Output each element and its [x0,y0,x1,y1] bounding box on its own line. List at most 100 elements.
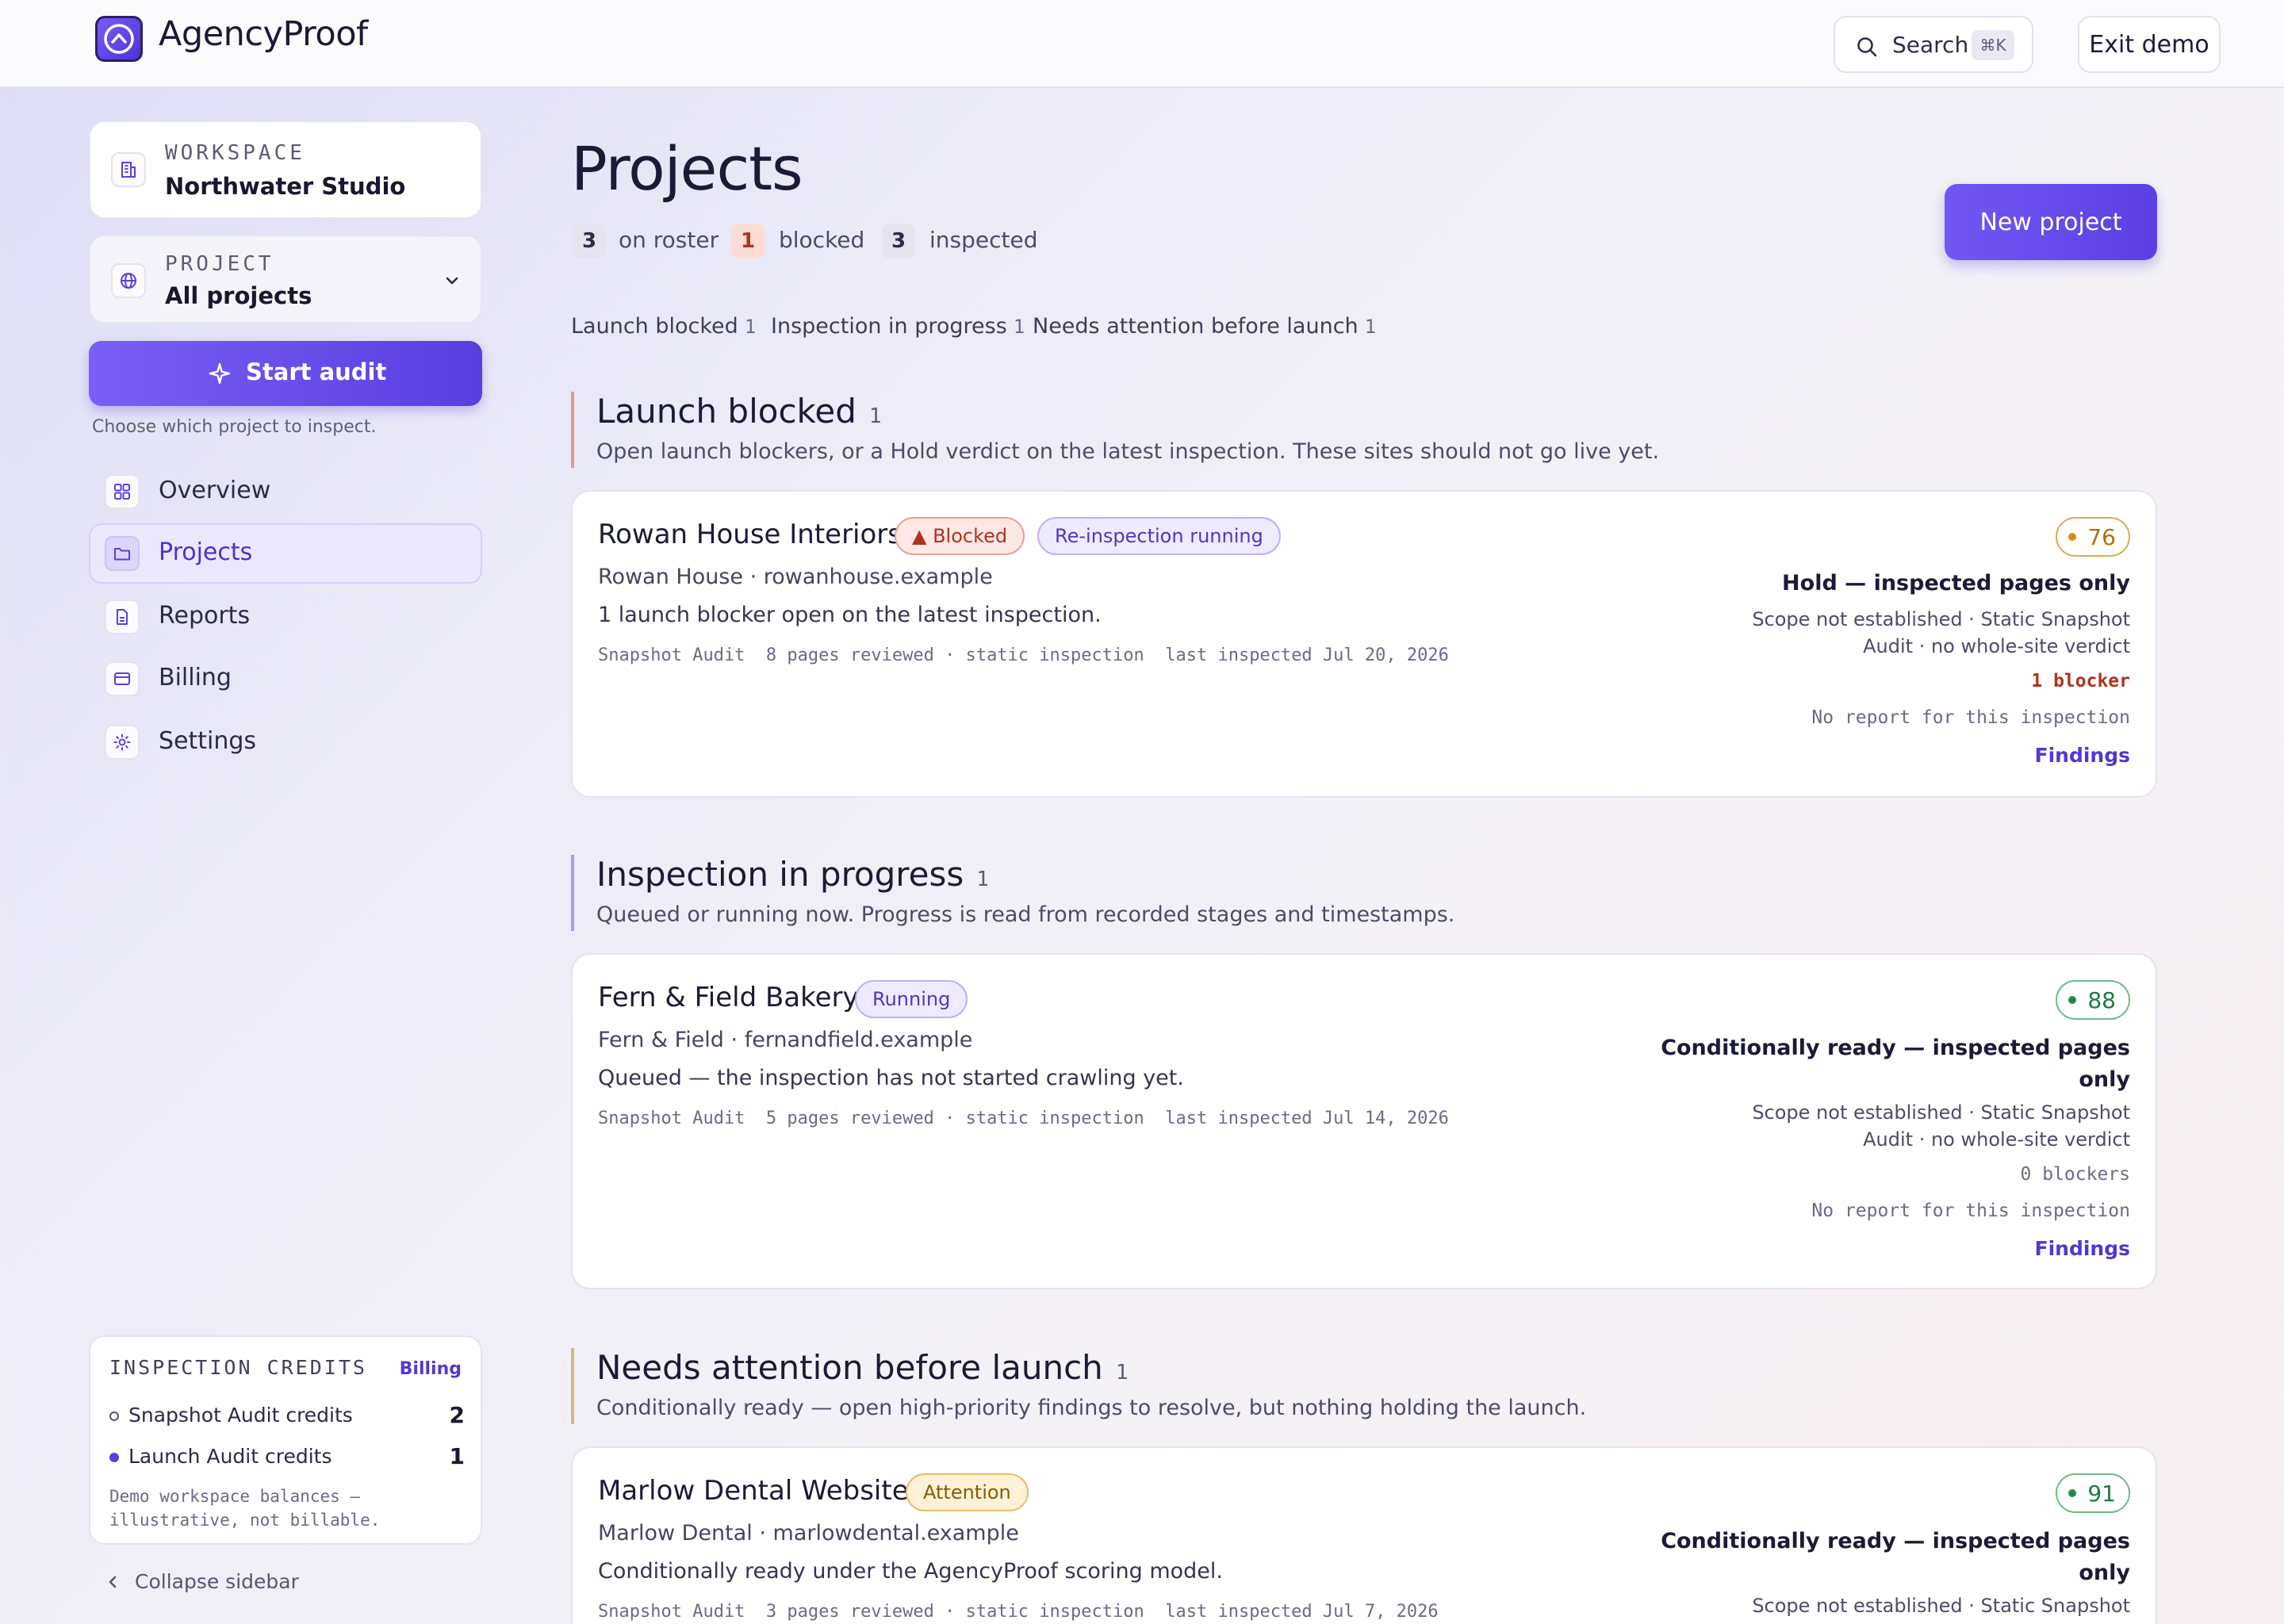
search-shortcut: ⌘K [1972,30,2014,60]
credit-value: 1 [449,1443,465,1469]
credits-billing-link[interactable]: Billing [400,1359,462,1379]
collapse-sidebar-label: Collapse sidebar [135,1570,299,1593]
section-description: Open launch blockers, or a Hold verdict … [596,439,1660,464]
search-icon [1857,37,1877,57]
sidebar-item-reports[interactable]: Reports [89,587,482,647]
section-description: Queued or running now. Progress is read … [596,902,1455,927]
section-count: 1 [868,404,882,428]
exit-demo-button[interactable]: Exit demo [2078,16,2221,73]
project-summary: Conditionally ready under the AgencyProo… [598,1559,1223,1584]
score-dot-icon [2068,996,2077,1004]
workspace-label: WORKSPACE [165,141,305,165]
project-card-fern-field[interactable]: Fern & Field Bakery Running Fern & Field… [571,953,2157,1289]
score-value: 76 [2087,523,2116,550]
project-card-marlow-dental[interactable]: Marlow Dental Website Attention Marlow D… [571,1446,2157,1624]
verdict-line: only [2079,1561,2130,1585]
inspection-credits-card: INSPECTION CREDITS Billing Snapshot Audi… [89,1335,482,1545]
sidebar-item-label: Projects [159,538,253,566]
filter-needs-attention[interactable]: Needs attention before launch 1 [1033,314,1376,339]
sidebar-item-label: Overview [159,477,271,504]
findings-link[interactable]: Findings [2035,1237,2130,1260]
search-button[interactable]: Search ⌘K [1834,16,2033,73]
filter-launch-blocked[interactable]: Launch blocked 1 [571,314,756,339]
sidebar-item-overview[interactable]: Overview [89,462,482,522]
score-badge: 76 [2056,517,2130,557]
credits-note-line: illustrative, not billable. [109,1511,381,1530]
findings-link[interactable]: Findings [2035,744,2130,767]
new-project-button[interactable]: New project [1945,184,2157,260]
section-accent-bar [571,1348,574,1424]
section-title-needs-attention: Needs attention before launch 1 [596,1348,1128,1387]
project-card-rowan-house[interactable]: Rowan House Interiors ▲ Blocked Re-inspe… [571,490,2157,798]
collapse-sidebar-button[interactable]: Collapse sidebar [105,1570,299,1593]
section-count: 1 [1115,1361,1129,1385]
building-icon [111,152,146,187]
score-value: 88 [2087,986,2116,1013]
project-client: Rowan House · rowanhouse.example [598,565,993,589]
report-status: No report for this inspection [1811,1201,2130,1221]
scope-note: Scope not established · Static Snapshot [1752,1592,2130,1619]
sidebar-item-projects[interactable]: Projects [89,523,482,584]
start-audit-label: Start audit [246,358,387,385]
verdict: Hold — inspected pages only [1782,571,2130,596]
scope-line: Scope not established · Static Snapshot [1752,608,2130,630]
document-icon [105,599,140,634]
section-accent-bar [571,855,574,931]
credit-row-snapshot: Snapshot Audit credits 2 [109,1402,465,1431]
project-meta: Snapshot Audit 3 pages reviewed · static… [598,1602,1439,1622]
status-badge-running: Running [855,980,968,1018]
stat-inspected-count: 3 [882,224,915,259]
sparkle-icon [209,362,231,385]
stat-roster-label: on roster [619,227,719,253]
scope-note: Scope not established · Static Snapshot … [1752,606,2130,660]
credit-label: Snapshot Audit credits [128,1404,353,1427]
sidebar-item-billing[interactable]: Billing [89,649,482,709]
project-meta: Snapshot Audit 8 pages reviewed · static… [598,645,1449,665]
filter-count: 1 [744,316,757,338]
filled-dot-icon [109,1453,119,1462]
score-value: 91 [2087,1480,2116,1507]
filter-inspection-in-progress[interactable]: Inspection in progress 1 [771,314,1025,339]
top-bar: AgencyProof Search ⌘K Exit demo [0,0,2284,88]
blocker-count: 0 blockers [2020,1164,2130,1185]
stat-blocked-count: 1 [731,224,765,259]
status-badge-attention: Attention [906,1473,1029,1511]
project-label: PROJECT [165,252,274,276]
workspace-value: Northwater Studio [165,173,406,200]
project-name[interactable]: Fern & Field Bakery [598,982,859,1013]
filter-label: Launch blocked [571,314,738,339]
section-title-launch-blocked: Launch blocked 1 [596,392,882,431]
filter-label: Inspection in progress [771,314,1007,339]
section-description: Conditionally ready — open high-priority… [596,1396,1587,1420]
brand-name[interactable]: AgencyProof [159,14,368,54]
score-dot-icon [2068,1489,2077,1497]
score-badge: 91 [2056,1473,2130,1513]
scope-line: Audit · no whole-site verdict [1863,1128,2130,1151]
sidebar-item-label: Reports [159,602,251,630]
credit-label: Launch Audit credits [128,1445,332,1468]
verdict: Conditionally ready — inspected pages on… [1661,1526,2130,1589]
workspace-card[interactable]: WORKSPACE Northwater Studio [89,121,482,219]
section-title-inspection-in-progress: Inspection in progress 1 [596,855,989,894]
score-badge: 88 [2056,980,2130,1020]
search-label: Search [1892,32,1969,58]
verdict: Conditionally ready — inspected pages on… [1661,1032,2130,1096]
project-name[interactable]: Marlow Dental Website [598,1475,909,1507]
project-select[interactable]: PROJECT All projects [89,235,482,324]
credits-note: Demo workspace balances — illustrative, … [109,1484,380,1532]
chevron-down-icon [446,277,458,285]
credits-note-line: Demo workspace balances — [109,1487,361,1506]
filter-label: Needs attention before launch [1033,314,1359,339]
page-title: Projects [571,133,803,204]
section-count: 1 [976,868,989,891]
start-audit-button[interactable]: Start audit [89,341,482,406]
scope-line: Scope not established · Static Snapshot [1752,1595,2130,1617]
credits-title: INSPECTION CREDITS [109,1356,367,1379]
filter-count: 1 [1364,316,1377,338]
sidebar-item-settings[interactable]: Settings [89,712,482,772]
brand-logo-icon[interactable] [95,16,143,62]
gear-icon [105,725,140,760]
stat-blocked-label: blocked [779,227,865,253]
sidebar-item-label: Billing [159,664,232,691]
project-name[interactable]: Rowan House Interiors [598,519,902,550]
